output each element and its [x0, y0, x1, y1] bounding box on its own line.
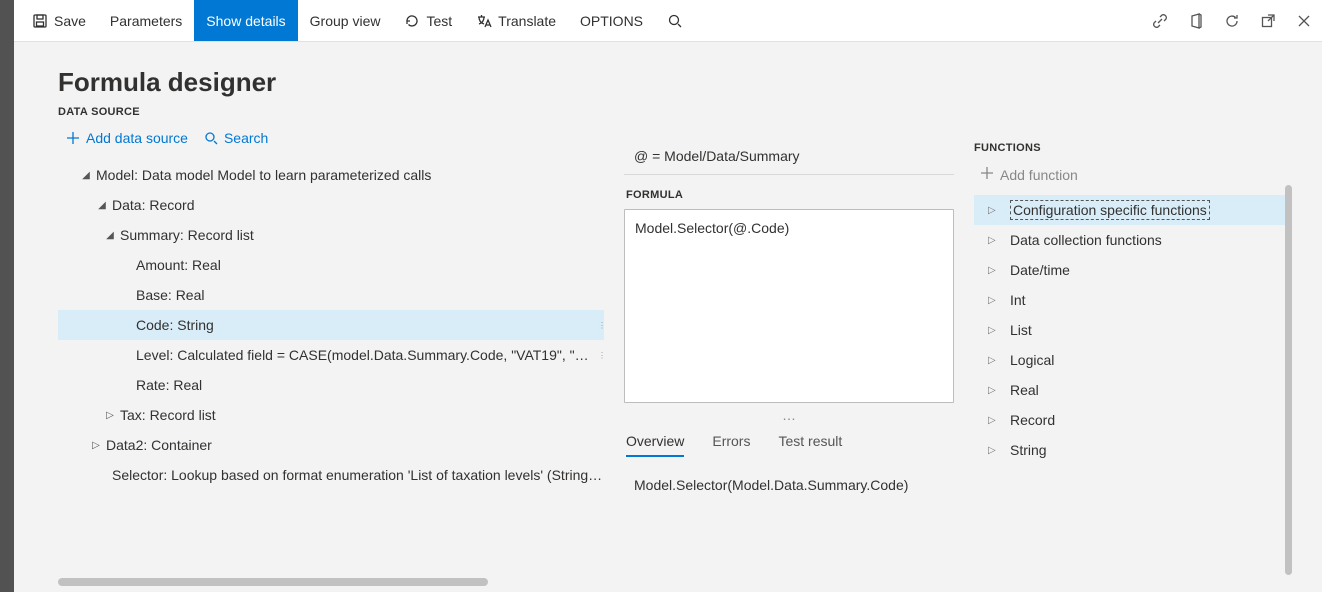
collapse-icon[interactable]: ◢: [100, 230, 120, 241]
expand-icon[interactable]: ▷: [988, 355, 1010, 366]
add-function-button[interactable]: Add function: [980, 166, 1286, 183]
fn-category-list[interactable]: ▷ List: [974, 315, 1286, 345]
expand-icon[interactable]: ▷: [988, 445, 1010, 456]
vertical-scrollbar[interactable]: [1285, 185, 1292, 575]
plus-icon: [66, 131, 80, 145]
more-icon[interactable]: ⋮: [598, 321, 604, 330]
functions-label: FUNCTIONS: [974, 142, 1286, 154]
expand-icon[interactable]: ▷: [86, 440, 106, 451]
options-label: OPTIONS: [580, 13, 643, 29]
expand-icon[interactable]: ▷: [100, 410, 120, 421]
formula-text: Model.Selector(@.Code): [635, 220, 789, 236]
tree-node-model[interactable]: ◢ Model: Data model Model to learn param…: [58, 160, 604, 190]
tree-node-amount[interactable]: Amount: Real: [58, 250, 604, 280]
add-function-label: Add function: [1000, 167, 1078, 183]
expand-icon[interactable]: ▷: [988, 325, 1010, 336]
fn-category-datacollection[interactable]: ▷ Data collection functions: [974, 225, 1286, 255]
save-icon: [32, 13, 48, 29]
tree-node-rate[interactable]: Rate: Real: [58, 370, 604, 400]
expand-icon[interactable]: ▷: [988, 265, 1010, 276]
tree-node-code[interactable]: Code: String ⋮: [58, 310, 604, 340]
test-button[interactable]: Test: [392, 0, 464, 41]
collapse-icon[interactable]: ◢: [92, 200, 112, 211]
toolbar-search-button[interactable]: [655, 0, 695, 41]
add-data-source-button[interactable]: Add data source: [66, 130, 188, 146]
formula-tabs: Overview Errors Test result: [624, 427, 954, 457]
tree-node-base[interactable]: Base: Real: [58, 280, 604, 310]
functions-list: ▷ Configuration specific functions ▷ Dat…: [974, 195, 1286, 465]
reload-icon[interactable]: [1214, 0, 1250, 41]
expand-icon[interactable]: ▷: [988, 205, 1010, 216]
formula-editor[interactable]: Model.Selector(@.Code): [624, 209, 954, 403]
add-data-source-label: Add data source: [86, 130, 188, 146]
translate-button[interactable]: Translate: [464, 0, 568, 41]
tree-node-data2[interactable]: ▷ Data2: Container: [58, 430, 604, 460]
data-source-tree: ◢ Model: Data model Model to learn param…: [58, 160, 604, 592]
link-icon[interactable]: [1142, 0, 1178, 41]
tab-test-result[interactable]: Test result: [778, 427, 842, 457]
collapse-icon[interactable]: ◢: [76, 170, 96, 181]
tab-overview[interactable]: Overview: [626, 427, 684, 457]
expand-icon[interactable]: ▷: [988, 295, 1010, 306]
tree-node-selector[interactable]: Selector: Lookup based on format enumera…: [58, 460, 604, 490]
more-icon[interactable]: ⋮: [598, 351, 604, 360]
show-details-label: Show details: [206, 13, 285, 29]
translate-label: Translate: [498, 13, 556, 29]
nav-rail: [0, 0, 14, 592]
save-button[interactable]: Save: [20, 0, 98, 41]
fn-category-config[interactable]: ▷ Configuration specific functions: [974, 195, 1286, 225]
refresh-icon: [404, 13, 420, 29]
fn-category-int[interactable]: ▷ Int: [974, 285, 1286, 315]
resize-handle[interactable]: …: [624, 403, 954, 427]
horizontal-scrollbar[interactable]: [58, 578, 488, 586]
data-source-label: DATA SOURCE: [58, 106, 604, 118]
search-label: Search: [224, 130, 268, 146]
office-icon[interactable]: [1178, 0, 1214, 41]
fn-category-logical[interactable]: ▷ Logical: [974, 345, 1286, 375]
tree-node-data[interactable]: ◢ Data: Record: [58, 190, 604, 220]
search-icon: [204, 131, 218, 145]
group-view-label: Group view: [310, 13, 381, 29]
expand-icon[interactable]: ▷: [988, 415, 1010, 426]
tree-node-level[interactable]: Level: Calculated field = CASE(model.Dat…: [58, 340, 604, 370]
formula-label: FORMULA: [626, 189, 954, 201]
parameters-button[interactable]: Parameters: [98, 0, 194, 41]
expand-icon[interactable]: ▷: [988, 235, 1010, 246]
page-title: Formula designer: [58, 67, 604, 98]
group-view-button[interactable]: Group view: [298, 0, 393, 41]
translate-icon: [476, 13, 492, 29]
tree-node-tax[interactable]: ▷ Tax: Record list: [58, 400, 604, 430]
parameters-label: Parameters: [110, 13, 182, 29]
search-icon: [667, 13, 683, 29]
formula-resolved: Model.Selector(Model.Data.Summary.Code): [624, 463, 954, 497]
toolbar: Save Parameters Show details Group view …: [14, 0, 1322, 42]
show-details-button[interactable]: Show details: [194, 0, 297, 41]
test-label: Test: [426, 13, 452, 29]
options-button[interactable]: OPTIONS: [568, 0, 655, 41]
formula-context: @ = Model/Data/Summary: [624, 142, 954, 175]
popout-icon[interactable]: [1250, 0, 1286, 41]
fn-category-datetime[interactable]: ▷ Date/time: [974, 255, 1286, 285]
tab-errors[interactable]: Errors: [712, 427, 750, 457]
search-data-source-button[interactable]: Search: [204, 130, 268, 146]
fn-category-real[interactable]: ▷ Real: [974, 375, 1286, 405]
tree-node-summary[interactable]: ◢ Summary: Record list: [58, 220, 604, 250]
fn-category-string[interactable]: ▷ String: [974, 435, 1286, 465]
close-icon[interactable]: [1286, 0, 1322, 41]
save-label: Save: [54, 13, 86, 29]
fn-category-record[interactable]: ▷ Record: [974, 405, 1286, 435]
expand-icon[interactable]: ▷: [988, 385, 1010, 396]
plus-icon: [980, 166, 994, 183]
